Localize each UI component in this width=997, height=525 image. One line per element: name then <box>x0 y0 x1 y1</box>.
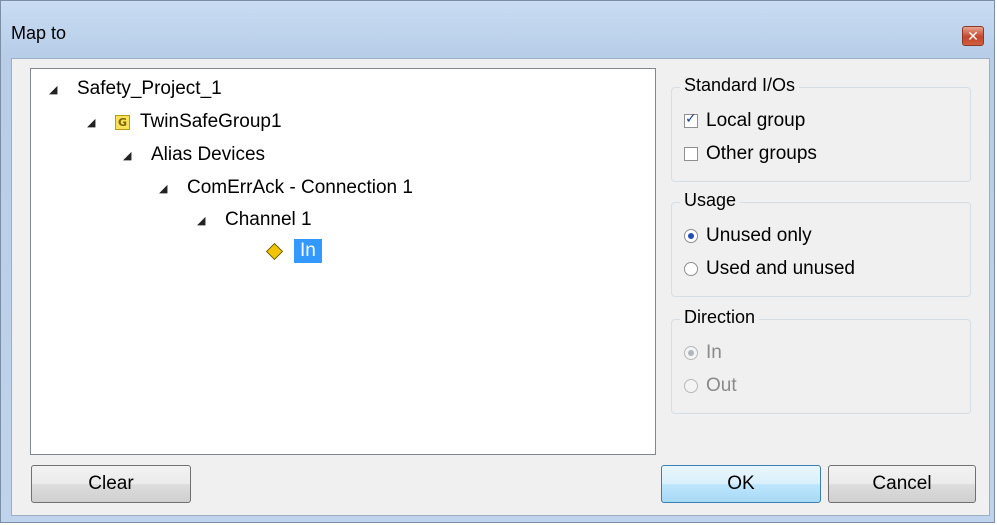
unused-only-option[interactable]: Unused only <box>684 225 812 247</box>
tree-node-label-selected: In <box>294 239 322 263</box>
expanded-arrow-icon[interactable]: ◢ <box>49 83 63 96</box>
clear-button[interactable]: Clear <box>31 465 191 503</box>
option-label: Local group <box>706 110 806 131</box>
option-label: Unused only <box>706 225 812 246</box>
local-group-checkbox[interactable] <box>684 111 698 128</box>
other-groups-checkbox[interactable] <box>684 147 698 161</box>
device-tree[interactable]: ◢ Safety_Project_1 ◢ G TwinSafeGroup1 ◢ … <box>30 68 656 455</box>
expanded-arrow-icon[interactable]: ◢ <box>123 149 137 162</box>
group-label: Direction <box>680 307 760 328</box>
used-and-unused-option[interactable]: Used and unused <box>684 258 855 280</box>
tree-node-connection[interactable]: ◢ ComErrAck - Connection 1 <box>159 176 413 200</box>
direction-in-option: In <box>684 342 722 364</box>
tree-node-label: Channel 1 <box>225 209 312 230</box>
cancel-button[interactable]: Cancel <box>828 465 976 503</box>
used-and-unused-radio[interactable] <box>684 262 698 276</box>
tree-node-label: Safety_Project_1 <box>77 78 222 99</box>
group-label: Usage <box>680 190 741 211</box>
title-bar[interactable]: Map to ✕ <box>1 1 994 57</box>
tree-node-in[interactable]: In <box>266 239 322 263</box>
ok-button[interactable]: OK <box>661 465 821 503</box>
window-title: Map to <box>11 23 67 43</box>
close-button[interactable]: ✕ <box>962 26 984 46</box>
option-label: Out <box>706 375 737 396</box>
tree-node-alias-devices[interactable]: ◢ Alias Devices <box>123 143 265 167</box>
tree-node-label: ComErrAck - Connection 1 <box>187 177 413 198</box>
direction-group: Direction In Out <box>671 307 971 414</box>
tree-node-project[interactable]: ◢ Safety_Project_1 <box>49 77 222 101</box>
group-label: Standard I/Os <box>680 75 800 96</box>
variable-icon <box>266 242 283 260</box>
direction-out-option: Out <box>684 375 737 397</box>
group-icon: G <box>115 114 130 130</box>
expanded-arrow-icon[interactable]: ◢ <box>159 182 173 195</box>
option-label: Other groups <box>706 143 817 164</box>
expanded-arrow-icon[interactable]: ◢ <box>197 214 211 227</box>
tree-node-label: TwinSafeGroup1 <box>140 111 282 132</box>
dialog-body: ◢ Safety_Project_1 ◢ G TwinSafeGroup1 ◢ … <box>11 58 990 516</box>
tree-node-label: Alias Devices <box>151 144 266 165</box>
tree-node-channel[interactable]: ◢ Channel 1 <box>197 208 312 232</box>
standard-ios-group: Standard I/Os Local group Other groups <box>671 75 971 182</box>
option-label: Used and unused <box>706 258 855 279</box>
unused-only-radio[interactable] <box>684 229 698 243</box>
local-group-option[interactable]: Local group <box>684 110 805 132</box>
option-label: In <box>706 342 722 363</box>
expanded-arrow-icon[interactable]: ◢ <box>87 116 101 129</box>
usage-group: Usage Unused only Used and unused <box>671 190 971 297</box>
direction-out-radio <box>684 379 698 393</box>
map-to-dialog: Map to ✕ ◢ Safety_Project_1 ◢ G TwinSafe… <box>0 0 995 523</box>
close-icon: ✕ <box>967 29 979 45</box>
direction-in-radio <box>684 346 698 360</box>
other-groups-option[interactable]: Other groups <box>684 143 817 165</box>
tree-node-group[interactable]: ◢ G TwinSafeGroup1 <box>87 110 282 134</box>
